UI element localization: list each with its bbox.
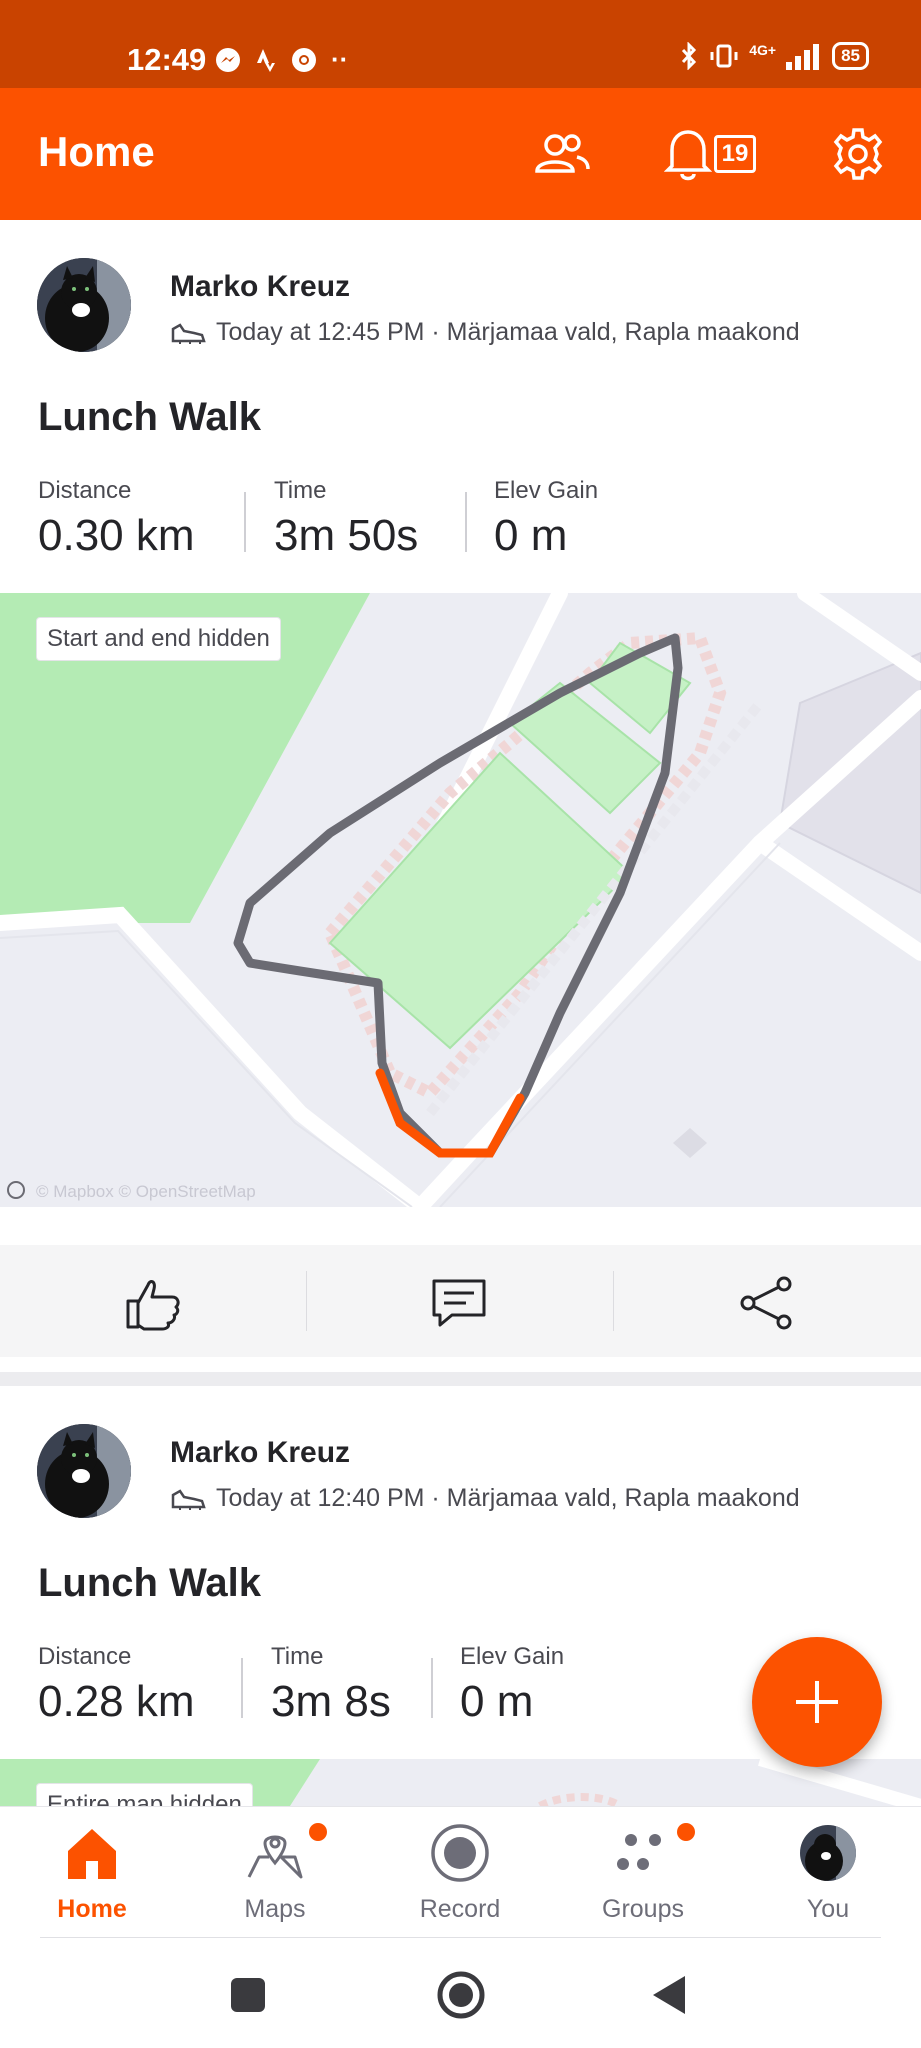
system-navigation-bar: [0, 1938, 921, 2048]
activity-meta: Today at 12:40 PM · Märjamaa vald, Rapla…: [170, 1484, 800, 1513]
status-bar: 12:49 ·· 4G+ 85: [0, 0, 921, 88]
stat-time: Time 3m 50s: [274, 477, 418, 561]
find-friends-button[interactable]: [532, 124, 592, 184]
shoe-icon: [171, 322, 206, 344]
nav-label: Groups: [602, 1895, 684, 1923]
activity-datetime-location: Today at 12:45 PM · Märjamaa vald, Rapla…: [216, 318, 800, 346]
comment-button[interactable]: [429, 1273, 489, 1333]
nav-groups[interactable]: Groups: [573, 1817, 713, 1924]
notification-count-badge: 19: [713, 135, 757, 173]
stat-value: 3m 8s: [271, 1677, 391, 1726]
stat-time: Time 3m 8s: [271, 1643, 391, 1727]
activity-title[interactable]: Lunch Walk: [38, 395, 261, 440]
cat-avatar-image: [37, 1424, 131, 1518]
maps-icon: [247, 1835, 303, 1879]
stat-divider: [244, 492, 246, 552]
shoe-icon: [171, 1488, 206, 1510]
kudos-button[interactable]: [123, 1273, 183, 1333]
avatar: [800, 1825, 856, 1881]
athlete-name[interactable]: Marko Kreuz: [170, 1436, 350, 1470]
network-type: 4G+: [749, 42, 777, 58]
route-map: © Mapbox © OpenStreetMap: [0, 593, 921, 1207]
action-divider: [613, 1271, 614, 1331]
home-system-button[interactable]: [436, 1970, 486, 2020]
activity-card[interactable]: Marko Kreuz Today at 12:45 PM · Märjamaa…: [0, 220, 921, 1372]
settings-button[interactable]: [828, 124, 888, 184]
athlete-avatar[interactable]: [37, 1424, 131, 1518]
stat-label: Time: [274, 477, 327, 504]
nav-record[interactable]: Record: [390, 1817, 530, 1924]
people-icon: [535, 134, 590, 173]
home-icon: [68, 1829, 116, 1879]
recents-button[interactable]: [229, 1976, 267, 2014]
stat-value: 0.28 km: [38, 1677, 195, 1726]
groups-icon: [617, 1834, 661, 1870]
stat-distance: Distance 0.28 km: [38, 1643, 195, 1727]
signal-icon: [786, 44, 820, 70]
action-divider: [306, 1271, 307, 1331]
page-title: Home: [38, 128, 155, 175]
stat-divider: [431, 1658, 433, 1718]
activity-map[interactable]: Entire map hidden: [0, 1759, 921, 1806]
status-notification-icons: ··: [215, 44, 348, 75]
share-icon: [740, 1276, 792, 1330]
maps-badge-dot: [309, 1823, 327, 1841]
feed-separator: [0, 1372, 921, 1386]
status-time: 12:49: [127, 42, 207, 77]
nav-label: Record: [419, 1895, 501, 1923]
more-notifications-icon: ··: [331, 44, 349, 74]
activity-map[interactable]: © Mapbox © OpenStreetMap Start and end h…: [0, 593, 921, 1207]
stat-distance: Distance 0.30 km: [38, 477, 195, 561]
notifications-button[interactable]: 19: [655, 124, 765, 184]
app-bar: Home 19: [0, 88, 921, 220]
vibrate-icon: [710, 44, 738, 68]
nav-you[interactable]: You: [758, 1817, 898, 1924]
record-icon: [431, 1824, 489, 1882]
nav-label: You: [806, 1895, 850, 1923]
stat-elevation: Elev Gain 0 m: [460, 1643, 564, 1727]
bottom-navigation: Home Maps Record Groups You: [0, 1806, 921, 1938]
stat-divider: [465, 492, 467, 552]
comment-icon: [432, 1279, 486, 1327]
messenger-icon: [216, 47, 240, 72]
add-post-button[interactable]: [752, 1637, 882, 1767]
map-privacy-chip: Entire map hidden: [37, 1784, 252, 1806]
stat-label: Time: [271, 1643, 324, 1670]
map-privacy-chip: Start and end hidden: [37, 618, 280, 660]
cat-avatar-image: [37, 258, 131, 352]
athlete-avatar[interactable]: [37, 258, 131, 352]
stat-divider: [241, 1658, 243, 1718]
strava-icon: [257, 48, 275, 72]
activity-datetime-location: Today at 12:40 PM · Märjamaa vald, Rapla…: [216, 1484, 800, 1512]
nav-label: Maps: [244, 1895, 306, 1923]
gear-icon: [833, 128, 883, 180]
nav-label: Home: [57, 1895, 127, 1923]
battery-indicator: 85: [832, 42, 869, 70]
stat-value: 0.30 km: [38, 511, 195, 560]
bluetooth-icon: [682, 42, 697, 70]
stat-value: 0 m: [494, 511, 568, 560]
plus-icon: [796, 1681, 838, 1723]
nav-home[interactable]: Home: [22, 1817, 162, 1924]
bell-icon: [663, 130, 712, 181]
stat-elevation: Elev Gain 0 m: [494, 477, 598, 561]
stat-label: Elev Gain: [460, 1643, 565, 1670]
status-system-icons: 4G+ 85: [679, 42, 869, 70]
map-attribution: © Mapbox © OpenStreetMap: [36, 1182, 256, 1201]
groups-badge-dot: [677, 1823, 695, 1841]
nav-maps[interactable]: Maps: [205, 1817, 345, 1924]
stat-value: 0 m: [460, 1677, 534, 1726]
activity-meta: Today at 12:45 PM · Märjamaa vald, Rapla…: [170, 318, 800, 347]
stat-value: 3m 50s: [274, 511, 419, 560]
share-button[interactable]: [737, 1273, 797, 1333]
stat-label: Elev Gain: [494, 477, 599, 504]
activity-title[interactable]: Lunch Walk: [38, 1561, 261, 1606]
stat-label: Distance: [38, 477, 132, 504]
thumbs-up-icon: [126, 1280, 180, 1331]
back-button[interactable]: [651, 1974, 687, 2016]
social-actions-bar: [0, 1245, 921, 1357]
chrome-icon: [292, 47, 316, 72]
athlete-name[interactable]: Marko Kreuz: [170, 270, 350, 304]
stat-label: Distance: [38, 1643, 132, 1670]
